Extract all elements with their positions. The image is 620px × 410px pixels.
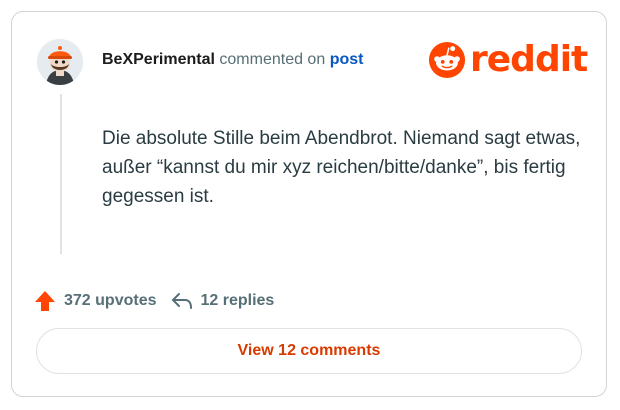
avatar-snoo-icon [37, 39, 83, 85]
comment-header: BeXPerimental commented on post [102, 50, 363, 70]
author-name[interactable]: BeXPerimental [102, 51, 215, 68]
thread-line [60, 94, 62, 254]
comment-card: BeXPerimental commented on post reddit D… [11, 11, 607, 397]
reply-arrow-icon[interactable] [170, 291, 194, 311]
reddit-snoo-icon [428, 41, 466, 79]
view-comments-button[interactable]: View 12 comments [36, 328, 582, 374]
upvote-count: 372 upvotes [64, 292, 157, 309]
reply-count: 12 replies [200, 292, 275, 309]
comment-stats: 372 upvotes 12 replies [34, 290, 274, 312]
reddit-wordmark: reddit [470, 39, 588, 80]
reddit-logo[interactable]: reddit [428, 39, 588, 80]
action-text: commented on [219, 51, 326, 68]
avatar[interactable] [37, 39, 83, 85]
upvote-arrow-icon[interactable] [34, 290, 56, 312]
post-link[interactable]: post [330, 51, 364, 68]
comment-body: Die absolute Stille beim Abendbrot. Niem… [102, 128, 581, 207]
